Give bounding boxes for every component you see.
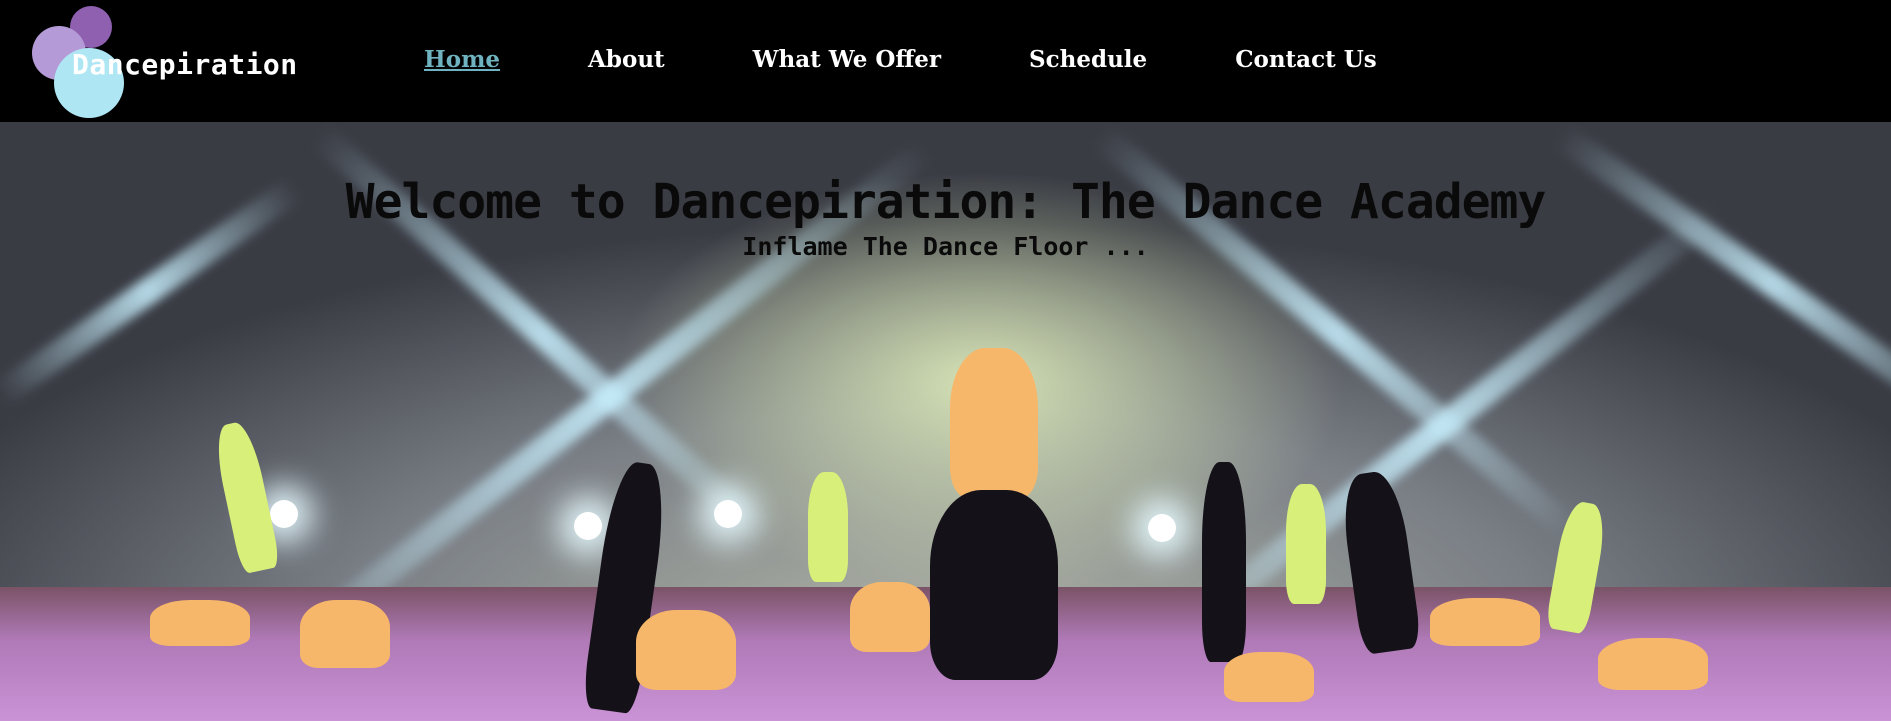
dancer-lead-torso xyxy=(950,348,1038,498)
nav-link-what-we-offer[interactable]: What We Offer xyxy=(753,46,941,73)
dancer-leg xyxy=(210,419,282,575)
hero-subtitle: Inflame The Dance Floor ... xyxy=(742,232,1149,261)
dancer-lead-legs xyxy=(930,490,1058,680)
stage-light xyxy=(270,500,298,528)
dancer-torso xyxy=(850,582,930,652)
nav-link-contact-us[interactable]: Contact Us xyxy=(1235,46,1377,73)
stage-light xyxy=(714,500,742,528)
dancer-leg xyxy=(1286,484,1326,604)
top-navbar: Dancepiration Home About What We Offer S… xyxy=(0,0,1891,122)
stage-light xyxy=(1148,514,1176,542)
nav-link-about[interactable]: About xyxy=(588,46,665,73)
hero-title: Welcome to Dancepiration: The Dance Acad… xyxy=(345,174,1547,231)
dancer-torso xyxy=(300,600,390,668)
brand-logo[interactable]: Dancepiration xyxy=(32,4,332,118)
stage-light xyxy=(574,512,602,540)
dancer-torso xyxy=(1224,652,1314,702)
main-nav: Home About What We Offer Schedule Contac… xyxy=(424,46,1465,73)
dancer-leg xyxy=(808,472,848,582)
dancer-torso xyxy=(1430,598,1540,646)
dancer-leg xyxy=(1202,462,1246,662)
hero-banner: Welcome to Dancepiration: The Dance Acad… xyxy=(0,122,1891,721)
dancer-torso xyxy=(636,610,736,690)
dancer-torso xyxy=(150,600,250,646)
nav-link-schedule[interactable]: Schedule xyxy=(1029,46,1147,73)
brand-name: Dancepiration xyxy=(72,48,298,81)
nav-link-home[interactable]: Home xyxy=(424,46,500,73)
dancer-torso xyxy=(1598,638,1708,690)
